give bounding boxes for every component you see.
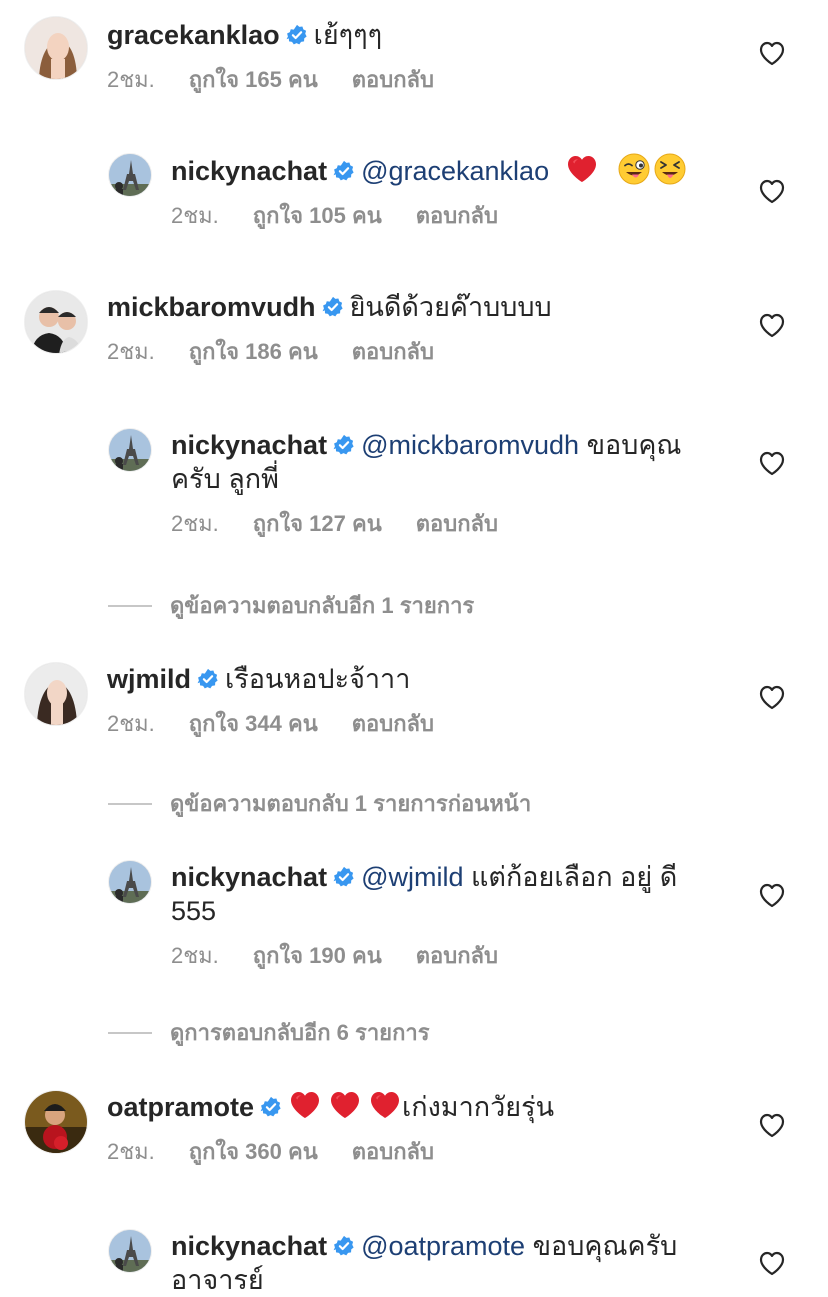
reply-button[interactable]: ตอบกลับ bbox=[352, 66, 434, 94]
divider-dash bbox=[108, 604, 152, 607]
reply-likes[interactable]: ถูกใจ 127 คน bbox=[253, 510, 382, 538]
comment-username[interactable]: mickbaromvudh bbox=[107, 292, 316, 322]
avatar[interactable] bbox=[108, 153, 152, 197]
reply-body: nickynachat @mickbaromvudh ขอบคุณครับ ลูก… bbox=[171, 428, 711, 538]
reply-time: 2ชม. bbox=[171, 943, 219, 968]
like-heart-icon[interactable] bbox=[758, 312, 786, 338]
mention-link[interactable]: @wjmild bbox=[361, 862, 463, 892]
winking-face-with-tongue-icon bbox=[618, 153, 650, 185]
like-heart-icon[interactable] bbox=[758, 882, 786, 908]
like-heart-icon[interactable] bbox=[758, 1112, 786, 1138]
comment-body: wjmild เรือนหอปะจ้าาา 2ชม. ถูกใจ 344 คน ต… bbox=[107, 662, 717, 738]
verified-badge-icon bbox=[333, 434, 355, 456]
comment-username[interactable]: wjmild bbox=[107, 664, 191, 694]
reply-button[interactable]: ตอบกลับ bbox=[416, 942, 498, 970]
verified-badge-icon bbox=[333, 160, 355, 182]
verified-badge-icon bbox=[322, 296, 344, 318]
reply-button[interactable]: ตอบกลับ bbox=[416, 510, 498, 538]
reply-likes[interactable]: ถูกใจ 105 คน bbox=[253, 202, 382, 230]
view-previous-replies[interactable]: ดูข้อความตอบกลับ 1 รายการก่อนหน้า bbox=[108, 786, 531, 821]
reply-likes[interactable]: ถูกใจ 190 คน bbox=[253, 942, 382, 970]
avatar-image bbox=[109, 1230, 152, 1273]
avatar-image bbox=[25, 663, 88, 726]
comment-body: mickbaromvudh ยินดีด้วยค๊าบบบบ 2ชม. ถูกใจ… bbox=[107, 290, 717, 366]
view-previous-label: ดูข้อความตอบกลับ 1 รายการก่อนหน้า bbox=[170, 791, 532, 816]
squinting-face-with-tongue-icon bbox=[654, 153, 686, 185]
avatar-image bbox=[109, 154, 152, 197]
comment-time: 2ชม. bbox=[107, 67, 155, 92]
verified-badge-icon bbox=[260, 1096, 282, 1118]
like-heart-icon[interactable] bbox=[758, 1250, 786, 1276]
comment-text: เก่งมากวัยรุ่น bbox=[402, 1092, 555, 1122]
comment-username[interactable]: oatpramote bbox=[107, 1092, 254, 1122]
reply-button[interactable]: ตอบกลับ bbox=[352, 710, 434, 738]
verified-badge-icon bbox=[333, 1235, 355, 1257]
comment-likes[interactable]: ถูกใจ 360 คน bbox=[189, 1138, 318, 1166]
comment-text: เรือนหอปะจ้าาา bbox=[225, 664, 411, 694]
comment-likes[interactable]: ถูกใจ 344 คน bbox=[189, 710, 318, 738]
reply-time: 2ชม. bbox=[171, 203, 219, 228]
comment-text: ยินดีด้วยค๊าบบบบ bbox=[349, 292, 552, 322]
view-more-replies[interactable]: ดูข้อความตอบกลับอีก 1 รายการ bbox=[108, 588, 474, 623]
comment-time: 2ชม. bbox=[107, 339, 155, 364]
avatar[interactable] bbox=[24, 290, 88, 354]
avatar-image bbox=[25, 291, 88, 354]
comment-time: 2ชม. bbox=[107, 711, 155, 736]
verified-badge-icon bbox=[286, 24, 308, 46]
avatar-image bbox=[25, 17, 88, 80]
reply-time: 2ชม. bbox=[171, 511, 219, 536]
mention-link[interactable]: @gracekanklao bbox=[361, 156, 549, 186]
like-heart-icon[interactable] bbox=[758, 450, 786, 476]
view-more-replies[interactable]: ดูการตอบกลับอีก 6 รายการ bbox=[108, 1015, 430, 1050]
avatar[interactable] bbox=[24, 662, 88, 726]
red-heart-emoji-icon bbox=[567, 154, 597, 184]
reply-username[interactable]: nickynachat bbox=[171, 156, 327, 186]
view-more-label: ดูข้อความตอบกลับอีก 1 รายการ bbox=[170, 593, 475, 618]
reply-button[interactable]: ตอบกลับ bbox=[416, 202, 498, 230]
avatar-image bbox=[109, 429, 152, 472]
comment-username[interactable]: gracekanklao bbox=[107, 20, 280, 50]
red-heart-emoji-icon bbox=[290, 1090, 320, 1120]
avatar[interactable] bbox=[24, 16, 88, 80]
reply-body: nickynachat @wjmild แต่ก้อยเลือก อยู่ ดี … bbox=[171, 860, 711, 970]
avatar[interactable] bbox=[108, 860, 152, 904]
verified-badge-icon bbox=[333, 866, 355, 888]
reply-button[interactable]: ตอบกลับ bbox=[352, 1138, 434, 1166]
divider-dash bbox=[108, 802, 152, 805]
comment-body: gracekanklao เย้ๆๆๆ 2ชม. ถูกใจ 165 คน ตอบ… bbox=[107, 18, 717, 94]
red-heart-emoji-icon bbox=[370, 1090, 400, 1120]
red-heart-emoji-icon bbox=[330, 1090, 360, 1120]
mention-link[interactable]: @oatpramote bbox=[361, 1231, 525, 1261]
reply-username[interactable]: nickynachat bbox=[171, 862, 327, 892]
divider-dash bbox=[108, 1031, 152, 1034]
reply-username[interactable]: nickynachat bbox=[171, 430, 327, 460]
comment-body: oatpramote เก่งมากวัยรุ่น 2ชม. ถูกใจ 360 … bbox=[107, 1090, 717, 1166]
like-heart-icon[interactable] bbox=[758, 178, 786, 204]
avatar[interactable] bbox=[24, 1090, 88, 1154]
verified-badge-icon bbox=[197, 668, 219, 690]
comment-text: เย้ๆๆๆ bbox=[313, 20, 383, 50]
reply-button[interactable]: ตอบกลับ bbox=[352, 338, 434, 366]
avatar[interactable] bbox=[108, 1229, 152, 1273]
avatar-image bbox=[25, 1091, 88, 1154]
reply-username[interactable]: nickynachat bbox=[171, 1231, 327, 1261]
comment-likes[interactable]: ถูกใจ 165 คน bbox=[189, 66, 318, 94]
like-heart-icon[interactable] bbox=[758, 40, 786, 66]
reply-body: nickynachat @oatpramote ขอบคุณครับ อาจารย… bbox=[171, 1229, 711, 1297]
view-more-label: ดูการตอบกลับอีก 6 รายการ bbox=[170, 1020, 430, 1045]
mention-link[interactable]: @mickbaromvudh bbox=[361, 430, 579, 460]
like-heart-icon[interactable] bbox=[758, 684, 786, 710]
avatar-image bbox=[109, 861, 152, 904]
comment-time: 2ชม. bbox=[107, 1139, 155, 1164]
avatar[interactable] bbox=[108, 428, 152, 472]
comment-likes[interactable]: ถูกใจ 186 คน bbox=[189, 338, 318, 366]
reply-body: nickynachat @gracekanklao 2ชม. ถูกใจ 105 … bbox=[171, 153, 711, 230]
